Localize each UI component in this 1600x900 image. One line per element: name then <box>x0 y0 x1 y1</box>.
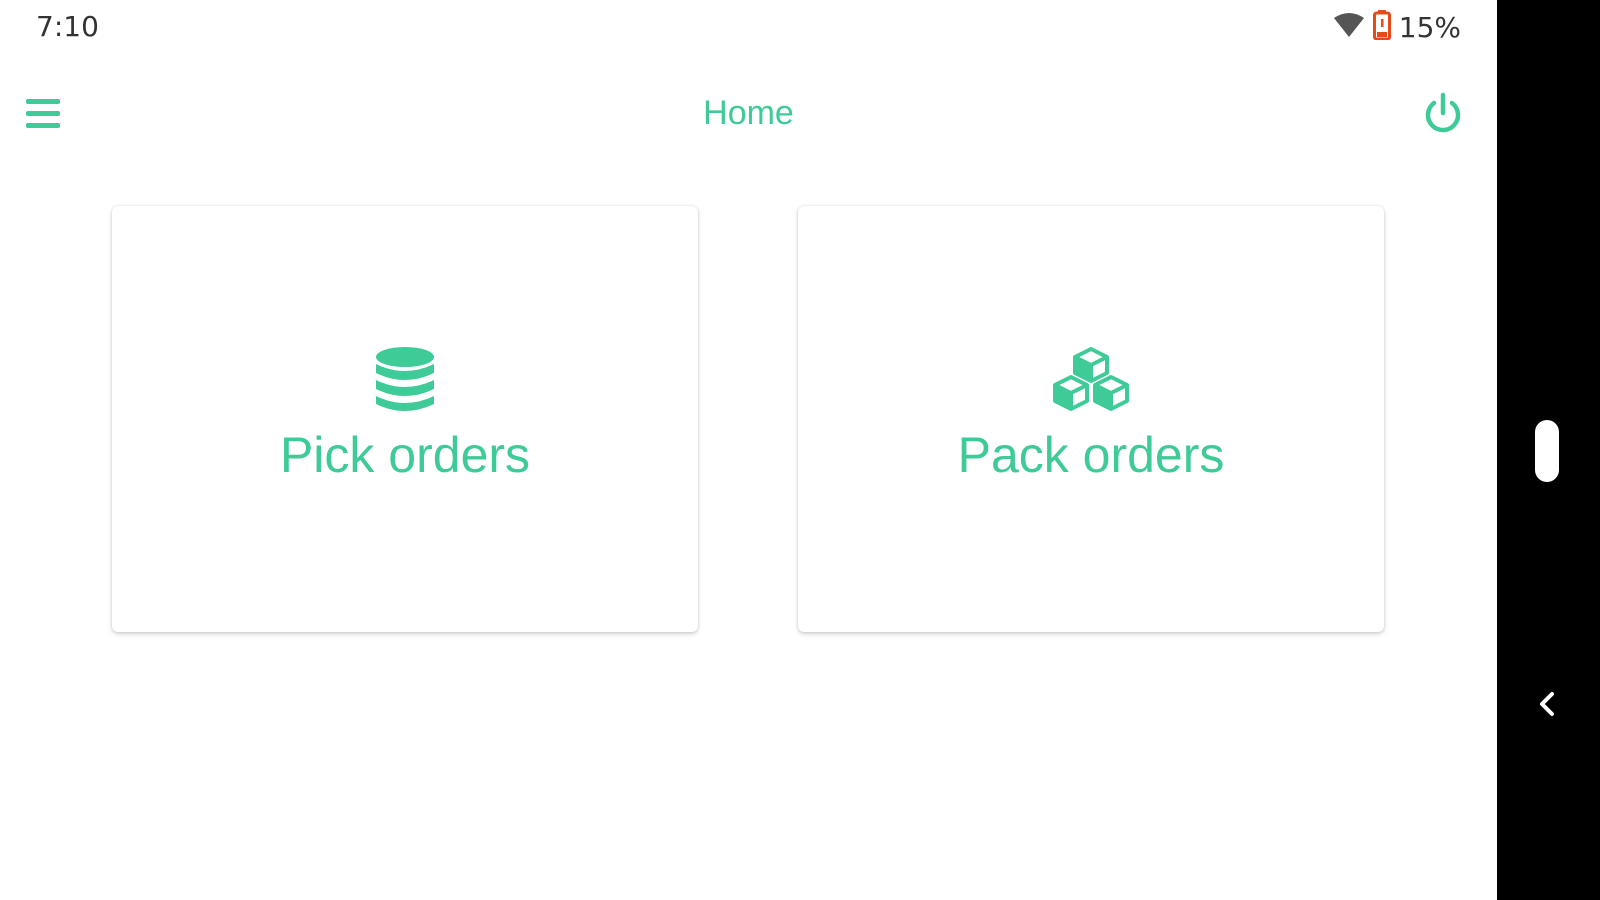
status-time: 7:10 <box>36 10 99 43</box>
back-icon <box>1540 692 1554 716</box>
pack-orders-card[interactable]: Pack orders <box>798 206 1384 632</box>
status-icons: 15% <box>1333 10 1461 45</box>
cubes-icon <box>798 346 1384 416</box>
home-handle[interactable] <box>1535 420 1559 482</box>
battery-percentage: 15% <box>1398 11 1461 44</box>
app-bar: Home <box>0 66 1497 166</box>
system-nav-bar <box>1497 0 1600 900</box>
pick-orders-card[interactable]: Pick orders <box>112 206 698 632</box>
power-button[interactable] <box>1421 92 1465 136</box>
wifi-icon <box>1333 12 1365 43</box>
page-title: Home <box>703 94 794 132</box>
battery-low-icon <box>1372 10 1391 45</box>
database-icon <box>112 346 698 416</box>
pick-orders-label: Pick orders <box>279 427 531 483</box>
power-icon <box>1425 92 1461 133</box>
pack-orders-label: Pack orders <box>957 427 1225 483</box>
status-bar: 7:10 15% <box>0 0 1497 56</box>
app-screen: 7:10 15% Home Pick orders Pack orders <box>0 0 1497 900</box>
back-button[interactable] <box>1532 688 1562 720</box>
